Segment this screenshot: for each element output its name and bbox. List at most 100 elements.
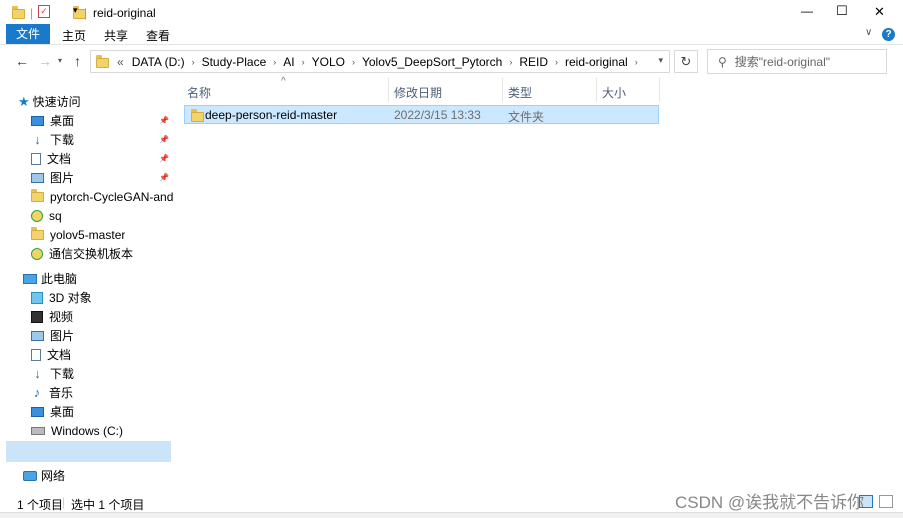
address-segment-2[interactable]: AI — [283, 55, 294, 69]
address-segment-6[interactable]: reid-original — [565, 55, 628, 69]
close-button[interactable]: ✕ — [874, 4, 885, 20]
sidebar-item[interactable]: ♪ 音乐 — [31, 383, 174, 402]
maximize-button[interactable]: ☐ — [836, 3, 848, 19]
tiles-view-icon[interactable] — [879, 495, 893, 508]
music-icon: ♪ — [33, 384, 41, 400]
minimize-button[interactable]: — — [801, 4, 813, 18]
address-segment-5[interactable]: REID — [519, 55, 548, 69]
sidebar-item[interactable]: 桌面 📌 — [31, 111, 174, 130]
back-button[interactable]: ← — [15, 53, 29, 69]
file-type: 文件夹 — [508, 110, 545, 124]
tab-home[interactable]: 主页 — [62, 27, 86, 44]
tab-share[interactable]: 共享 — [104, 27, 128, 44]
sidebar-item[interactable]: 桌面 — [31, 402, 174, 421]
address-segment-1[interactable]: Study-Place — [202, 55, 267, 69]
properties-icon[interactable]: ✓ — [38, 5, 50, 18]
address-segment-0[interactable]: DATA (D:) — [132, 55, 185, 69]
sidebar-item-label: Windows (C:) — [51, 423, 124, 438]
search-icon: ⚲ — [718, 54, 727, 69]
quick-access-label: 快速访问 — [32, 95, 81, 109]
file-modified: 2022/3/15 13:33 — [394, 108, 481, 122]
refresh-button[interactable]: ↻ — [674, 50, 698, 73]
table-row[interactable]: deep-person-reid-master 2022/3/15 13:33 … — [184, 105, 659, 124]
sidebar-item-label: 通信交换机板本 — [49, 247, 134, 261]
tab-file[interactable]: 文件 — [6, 24, 50, 44]
sidebar-item[interactable]: 文档 📌 — [31, 149, 174, 168]
sidebar-item[interactable]: ↓ 下载 📌 — [31, 130, 174, 149]
column-header-modified[interactable]: 修改日期 — [394, 84, 442, 101]
address-dropdown-icon[interactable]: ▾ — [658, 55, 663, 66]
download-icon: ↓ — [34, 365, 41, 381]
chevron-right-icon[interactable]: › — [302, 57, 305, 67]
quick-access-header[interactable]: ★ 快速访问 — [18, 92, 81, 111]
folder-check-icon — [31, 209, 43, 222]
sidebar-item[interactable]: Windows (C:) — [31, 421, 174, 440]
video-icon — [31, 310, 43, 323]
chevron-right-icon[interactable]: › — [273, 57, 276, 67]
folder-check-icon — [31, 247, 43, 260]
sidebar-item-label: sq — [49, 208, 62, 223]
address-overflow[interactable]: « — [117, 55, 124, 69]
sidebar-item[interactable]: 图片 📌 — [31, 168, 174, 187]
column-header-type[interactable]: 类型 — [508, 84, 532, 101]
chevron-right-icon[interactable]: › — [352, 57, 355, 67]
sidebar-item-label: 下载 — [50, 133, 75, 147]
sidebar-item[interactable]: yolov5-master — [31, 225, 174, 244]
up-button[interactable]: ↑ — [74, 53, 81, 69]
help-icon[interactable]: ? — [882, 28, 895, 41]
network-header[interactable]: 网络 — [23, 466, 65, 485]
customize-toolbar-icon[interactable]: ▾ — [73, 5, 78, 16]
sidebar-item-label: 视频 — [49, 310, 74, 324]
network-icon — [23, 470, 37, 481]
chevron-right-icon[interactable]: › — [192, 57, 195, 67]
pictures-icon — [31, 330, 44, 341]
desktop-icon — [31, 406, 44, 417]
chevron-right-icon[interactable]: › — [635, 57, 638, 67]
document-icon — [31, 152, 41, 165]
chevron-right-icon[interactable]: › — [555, 57, 558, 67]
column-divider — [388, 78, 389, 102]
quick-access-list: 桌面 📌 ↓ 下载 📌 文档 📌 图片 📌 pytorch-CycleGAN-and-pix sq y… — [31, 111, 174, 263]
pin-icon[interactable]: 📌 — [159, 116, 169, 125]
3d-objects-icon — [31, 291, 43, 304]
sidebar-item-label: 音乐 — [49, 386, 74, 400]
sidebar-item[interactable]: ↓ 下载 — [31, 364, 174, 383]
sidebar-item[interactable]: 文档 — [31, 345, 174, 364]
navigation-pane: ★ 快速访问 桌面 📌 ↓ 下载 📌 文档 📌 图片 📌 pytorch-CycleGAN-and… — [6, 90, 174, 490]
sidebar-item[interactable]: 通信交换机板本 — [31, 244, 174, 263]
sidebar-item[interactable]: 视频 — [31, 307, 174, 326]
pin-icon[interactable]: 📌 — [159, 135, 169, 144]
sidebar-item-label: yolov5-master — [50, 227, 126, 242]
computer-icon — [23, 273, 37, 284]
sidebar-item-label: 桌面 — [50, 405, 75, 419]
desktop-icon — [31, 115, 44, 126]
file-list: ^ 名称 修改日期 类型 大小 deep-person-reid-master … — [181, 76, 891, 488]
tab-view[interactable]: 查看 — [146, 27, 170, 44]
recent-locations-icon[interactable]: ▾ — [58, 56, 62, 65]
address-segment-3[interactable]: YOLO — [312, 55, 345, 69]
sidebar-item-label: 图片 — [50, 329, 75, 343]
pin-icon[interactable]: 📌 — [159, 154, 169, 163]
forward-button[interactable]: → — [38, 53, 52, 69]
ribbon-divider — [0, 44, 903, 45]
sidebar-item[interactable]: pytorch-CycleGAN-and-pix — [31, 187, 174, 206]
sidebar-item-label: 3D 对象 — [49, 291, 92, 305]
column-header-name[interactable]: 名称 — [187, 84, 387, 101]
title-bar: | ✓ ▾ | reid-original — ☐ ✕ — [0, 0, 903, 24]
sidebar-item[interactable]: sq — [31, 206, 174, 225]
search-box[interactable]: ⚲ 搜索"reid-original" — [707, 49, 887, 74]
folder-icon — [96, 54, 109, 68]
sidebar-item[interactable]: 3D 对象 — [31, 288, 174, 307]
address-segment-4[interactable]: Yolov5_DeepSort_Pytorch — [362, 55, 502, 69]
expand-ribbon-icon[interactable]: ∨ — [865, 27, 872, 38]
address-bar[interactable]: « DATA (D:) › Study-Place › AI › YOLO › … — [90, 50, 670, 73]
selected-highlight — [6, 441, 171, 462]
sidebar-item[interactable]: 图片 — [31, 326, 174, 345]
separator: | — [84, 6, 88, 20]
this-pc-header[interactable]: 此电脑 — [23, 269, 77, 288]
chevron-right-icon[interactable]: › — [509, 57, 512, 67]
search-placeholder[interactable]: 搜索"reid-original" — [735, 53, 830, 70]
column-header-size[interactable]: 大小 — [602, 84, 626, 101]
pin-icon[interactable]: 📌 — [159, 173, 169, 182]
status-separator: | — [62, 495, 66, 509]
